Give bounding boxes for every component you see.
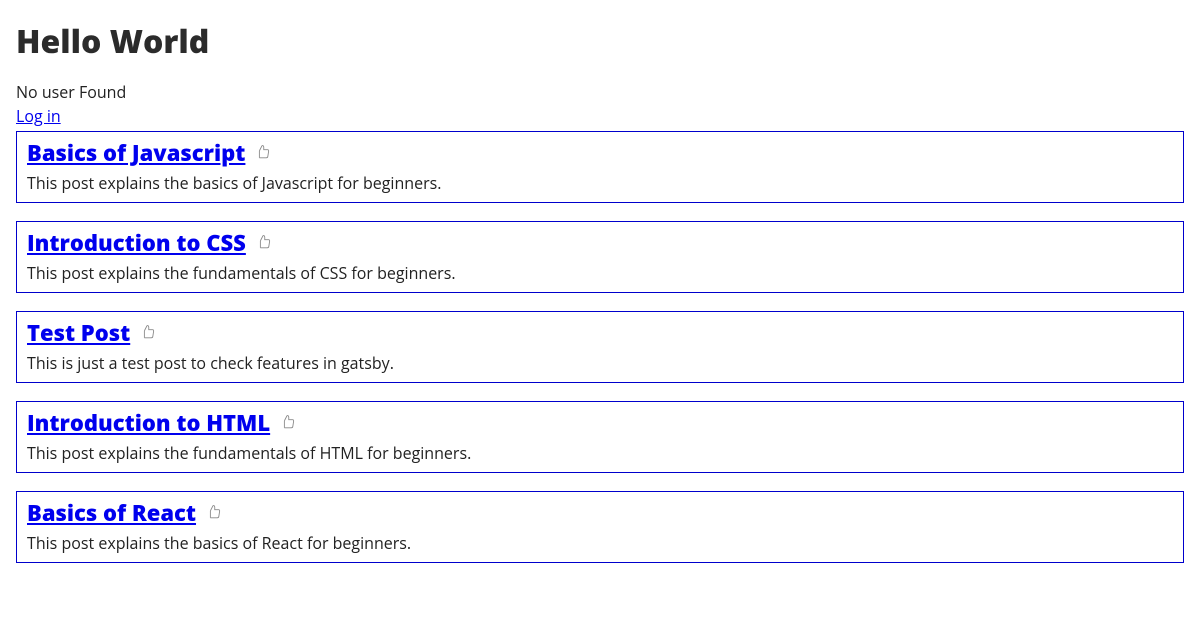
post-title-link[interactable]: Introduction to CSS — [27, 228, 246, 258]
no-user-text: No user Found — [16, 81, 1184, 103]
thumbs-up-button[interactable] — [255, 142, 270, 164]
post-title-row: Introduction to HTML — [27, 408, 1173, 438]
post-description: This post explains the basics of React f… — [27, 532, 1173, 554]
post-description: This post explains the fundamentals of C… — [27, 262, 1173, 284]
login-link[interactable]: Log in — [16, 105, 61, 127]
post-card: Test Post This is just a test post to ch… — [16, 311, 1184, 383]
thumbs-up-button[interactable] — [280, 412, 295, 434]
post-title-row: Test Post — [27, 318, 1173, 348]
post-description: This post explains the basics of Javascr… — [27, 172, 1173, 194]
thumbs-up-button[interactable] — [256, 232, 271, 254]
post-card: Basics of Javascript This post explains … — [16, 131, 1184, 203]
post-title-link[interactable]: Test Post — [27, 318, 130, 348]
post-title-row: Basics of Javascript — [27, 138, 1173, 168]
thumbs-up-icon[interactable] — [255, 144, 270, 159]
thumbs-up-button[interactable] — [140, 322, 155, 344]
thumbs-up-button[interactable] — [206, 502, 221, 524]
thumbs-up-icon[interactable] — [206, 504, 221, 519]
post-description: This post explains the fundamentals of H… — [27, 442, 1173, 464]
page-title: Hello World — [16, 20, 1184, 63]
post-title-link[interactable]: Basics of Javascript — [27, 138, 245, 168]
thumbs-up-icon[interactable] — [280, 414, 295, 429]
post-card: Introduction to HTML This post explains … — [16, 401, 1184, 473]
post-description: This is just a test post to check featur… — [27, 352, 1173, 374]
post-title-link[interactable]: Introduction to HTML — [27, 408, 270, 438]
thumbs-up-icon[interactable] — [140, 324, 155, 339]
post-title-link[interactable]: Basics of React — [27, 498, 196, 528]
post-card: Basics of React This post explains the b… — [16, 491, 1184, 563]
post-card: Introduction to CSS This post explains t… — [16, 221, 1184, 293]
post-title-row: Introduction to CSS — [27, 228, 1173, 258]
thumbs-up-icon[interactable] — [256, 234, 271, 249]
post-title-row: Basics of React — [27, 498, 1173, 528]
